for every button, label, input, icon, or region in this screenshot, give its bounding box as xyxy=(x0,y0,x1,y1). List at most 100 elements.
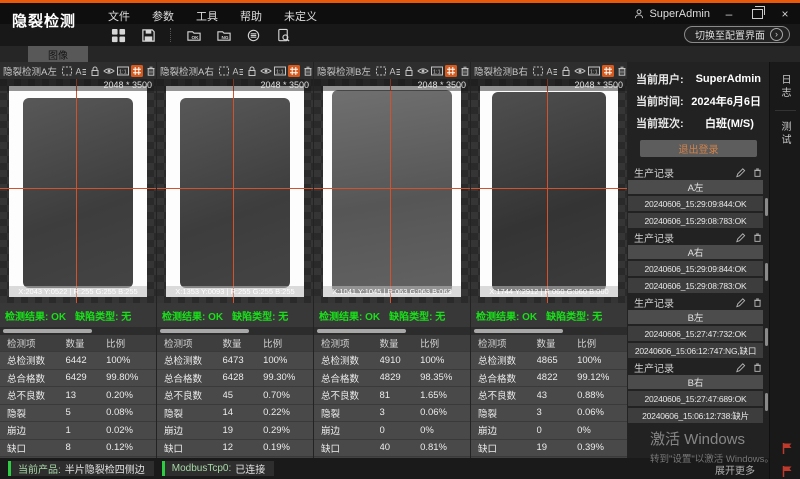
close-button[interactable]: × xyxy=(776,6,794,22)
grid-icon[interactable] xyxy=(131,65,143,77)
table-cell: 0.12% xyxy=(106,442,156,453)
table-cell: 99.80% xyxy=(106,372,156,383)
annotation-icon[interactable]: A xyxy=(546,65,558,77)
selection-rect-icon[interactable] xyxy=(218,65,230,77)
eye-icon[interactable] xyxy=(260,65,272,77)
one-to-one-icon[interactable]: 1:1 xyxy=(117,65,129,77)
lock-icon[interactable] xyxy=(403,65,415,77)
tab-log[interactable]: 日志 xyxy=(778,74,792,100)
one-to-one-icon[interactable]: 1:1 xyxy=(588,65,600,77)
record-entry[interactable]: 20240606_15:06:12:747:NG,缺口 xyxy=(628,343,763,358)
trash-icon[interactable] xyxy=(145,65,157,77)
menu-parameters[interactable]: 参数 xyxy=(152,8,174,24)
one-to-one-icon[interactable]: 1:1 xyxy=(274,65,286,77)
table-row: 总合格数482299.12% xyxy=(471,370,627,388)
trash-icon[interactable] xyxy=(751,166,763,178)
lock-icon[interactable] xyxy=(246,65,258,77)
logout-button[interactable]: 退出登录 xyxy=(640,140,757,157)
table-cell: 缺口 xyxy=(157,441,223,455)
folder-ok-icon[interactable]: OK xyxy=(185,27,202,44)
minimize-button[interactable]: – xyxy=(720,6,738,22)
search-log-icon[interactable] xyxy=(275,27,292,44)
trash-icon[interactable] xyxy=(751,296,763,308)
stack-icon[interactable] xyxy=(245,27,262,44)
one-to-one-icon[interactable]: 1:1 xyxy=(431,65,443,77)
flag-icon[interactable] xyxy=(781,442,794,455)
selection-rect-icon[interactable] xyxy=(532,65,544,77)
annotation-icon[interactable]: A xyxy=(75,65,87,77)
image-viewport[interactable]: 2048 * 3500 X:1353 Y:0093 | R:255 G:255 … xyxy=(157,79,313,303)
lock-icon[interactable] xyxy=(89,65,101,77)
record-scrollbar[interactable] xyxy=(765,198,768,216)
annotation-icon[interactable]: A xyxy=(232,65,244,77)
eye-icon[interactable] xyxy=(417,65,429,77)
record-scrollbar[interactable] xyxy=(765,328,768,346)
edit-icon[interactable] xyxy=(734,296,746,308)
grid-icon[interactable] xyxy=(445,65,457,77)
save-icon[interactable] xyxy=(140,27,157,44)
grid-icon[interactable] xyxy=(288,65,300,77)
horizontal-scrollbar[interactable] xyxy=(314,327,470,335)
horizontal-scrollbar[interactable] xyxy=(0,327,156,335)
tab-image[interactable]: 图像 xyxy=(28,46,88,62)
record-entry[interactable]: 20240606_15:29:09:844:OK xyxy=(628,196,763,211)
grid-icon[interactable] xyxy=(602,65,614,77)
menu-undefined[interactable]: 未定义 xyxy=(284,8,317,24)
table-cell: 隐裂 xyxy=(471,406,537,420)
scrollbar-thumb[interactable] xyxy=(317,329,406,333)
record-entry[interactable]: 20240606_15:27:47:689:OK xyxy=(628,391,763,406)
record-entry[interactable]: 20240606_15:29:08:783:OK xyxy=(628,278,763,293)
status-bar: 当前产品: 半片隐裂检四侧边 ModbusTcp0: 已连接 展开更多 xyxy=(0,458,769,479)
image-viewport[interactable]: 2048 * 3500 X:2043 Y:0522 | R:255 G:255 … xyxy=(0,79,156,303)
record-scrollbar[interactable] xyxy=(765,393,768,411)
record-entry[interactable]: 20240606_15:29:08:783:OK xyxy=(628,213,763,228)
menu-tools[interactable]: 工具 xyxy=(196,8,218,24)
horizontal-scrollbar[interactable] xyxy=(157,327,313,335)
folder-ng-icon[interactable]: NG xyxy=(215,27,232,44)
table-cell: 6428 xyxy=(223,372,264,383)
expand-more-link[interactable]: 展开更多 xyxy=(715,462,755,477)
scrollbar-thumb[interactable] xyxy=(160,329,249,333)
trash-icon[interactable] xyxy=(751,231,763,243)
layout-icon[interactable] xyxy=(110,27,127,44)
edit-icon[interactable] xyxy=(734,166,746,178)
table-cell: 1.65% xyxy=(420,390,470,401)
record-entry[interactable]: 20240606_15:27:47:732:OK xyxy=(628,326,763,341)
table-row: 总合格数642999.80% xyxy=(0,370,156,388)
eye-icon[interactable] xyxy=(103,65,115,77)
edit-icon[interactable] xyxy=(734,231,746,243)
maximize-button[interactable] xyxy=(748,6,766,22)
image-viewport[interactable]: 2048 * 3500 X:1041 Y:1045 | R:063 G:063 … xyxy=(314,79,470,303)
lock-icon[interactable] xyxy=(560,65,572,77)
table-cell: 总检测数 xyxy=(157,353,223,367)
scrollbar-thumb[interactable] xyxy=(3,329,92,333)
selection-rect-icon[interactable] xyxy=(61,65,73,77)
horizontal-scrollbar[interactable] xyxy=(471,327,627,335)
status-value: 半片隐裂检四侧边 xyxy=(65,461,145,476)
eye-icon[interactable] xyxy=(574,65,586,77)
defect-type: 缺陷类型: 无 xyxy=(232,308,288,323)
image-viewport[interactable]: 2048 * 3500 X:1744 Y:2912 | R:060 G:060 … xyxy=(471,79,627,303)
record-entry[interactable]: 20240606_15:06:12:738:缺片 xyxy=(628,408,763,423)
menu-file[interactable]: 文件 xyxy=(108,8,130,24)
tab-test[interactable]: 测试 xyxy=(778,121,792,147)
table-cell: 0.81% xyxy=(420,442,470,453)
flag-icon[interactable] xyxy=(781,465,794,478)
table-row: 隐裂30.06% xyxy=(314,405,470,423)
selection-rect-icon[interactable] xyxy=(375,65,387,77)
menu-help[interactable]: 帮助 xyxy=(240,8,262,24)
trash-icon[interactable] xyxy=(302,65,314,77)
switch-to-config-button[interactable]: 切换至配置界面 › xyxy=(684,26,790,43)
trash-icon[interactable] xyxy=(459,65,471,77)
edit-icon[interactable] xyxy=(734,361,746,373)
record-scrollbar[interactable] xyxy=(765,263,768,281)
record-group-label: B左 xyxy=(628,310,763,324)
table-header-cell: 数量 xyxy=(223,336,264,350)
table-header-row: 检测项数量比例 xyxy=(471,335,627,352)
trash-icon[interactable] xyxy=(616,65,628,77)
current-user-chip[interactable]: SuperAdmin xyxy=(633,8,710,20)
annotation-icon[interactable]: A xyxy=(389,65,401,77)
record-entry[interactable]: 20240606_15:29:09:844:OK xyxy=(628,261,763,276)
scrollbar-thumb[interactable] xyxy=(474,329,563,333)
trash-icon[interactable] xyxy=(751,361,763,373)
